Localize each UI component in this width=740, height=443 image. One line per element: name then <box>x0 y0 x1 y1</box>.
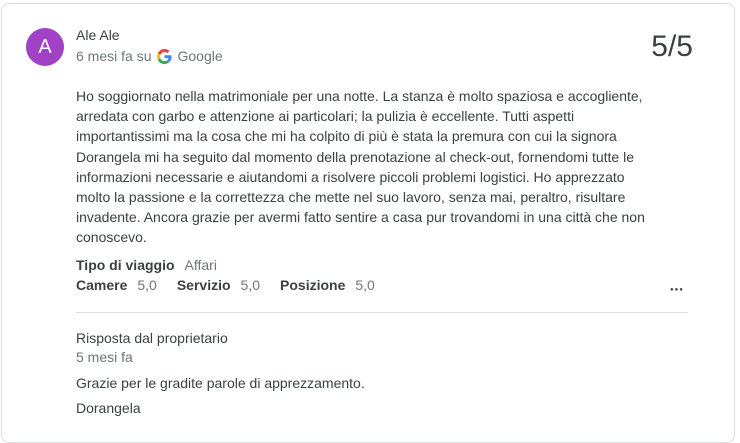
trip-type: Tipo di viaggio Affari <box>76 257 217 273</box>
trip-type-value: Affari <box>184 257 217 273</box>
review-time: 6 mesi fa su <box>76 48 152 64</box>
google-icon <box>157 48 173 64</box>
rating-rooms-label: Camere <box>76 277 128 293</box>
review-meta: 6 mesi fa su Google <box>76 48 223 64</box>
rating-rooms-value: 5,0 <box>137 277 157 293</box>
owner-response-text: Grazie per le gradite parole di apprezza… <box>76 375 365 391</box>
rating-service-value: 5,0 <box>240 277 261 293</box>
owner-response-time: 5 mesi fa <box>76 349 133 365</box>
owner-response-signature: Dorangela <box>76 400 141 416</box>
avatar[interactable]: A <box>26 28 64 66</box>
rating-service: Servizio 5,0 <box>177 277 260 293</box>
divider <box>76 312 688 313</box>
more-horiz-icon[interactable]: ●●● <box>670 287 684 293</box>
rating-service-label: Servizio <box>176 277 231 293</box>
author-name[interactable]: Ale Ale <box>76 27 120 43</box>
rating-score: 5/5 <box>651 30 693 63</box>
owner-response-label: Risposta dal proprietario <box>76 330 228 346</box>
review-text: Ho soggiornato nella matrimoniale per un… <box>76 88 645 246</box>
rating-location-value: 5,0 <box>355 277 375 293</box>
rating-location-label: Posizione <box>280 277 346 293</box>
sub-ratings: Camere 5,0 Servizio 5,0 Posizione 5,0 <box>76 277 395 293</box>
rating-rooms: Camere 5,0 <box>76 277 157 293</box>
rating-location: Posizione 5,0 <box>280 277 375 293</box>
trip-type-label: Tipo di viaggio <box>76 257 175 273</box>
review-source: Google <box>177 48 223 64</box>
